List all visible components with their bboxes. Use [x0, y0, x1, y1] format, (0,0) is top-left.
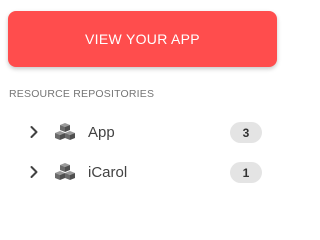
count-badge: 3 — [230, 122, 262, 143]
count-badge: 1 — [230, 162, 262, 183]
view-your-app-button[interactable]: VIEW YOUR APP — [8, 11, 277, 67]
repository-list: App 3 iCarol 1 — [0, 113, 289, 193]
repository-item-icarol[interactable]: iCarol 1 — [0, 153, 289, 193]
chevron-right-icon[interactable] — [27, 165, 41, 179]
repository-label: App — [88, 124, 115, 141]
repository-item-app[interactable]: App 3 — [0, 113, 289, 153]
boxes-icon — [55, 123, 75, 140]
boxes-icon — [55, 163, 75, 180]
repository-label: iCarol — [88, 164, 128, 181]
section-label-resource-repositories: RESOURCE REPOSITORIES — [9, 88, 155, 100]
chevron-right-icon[interactable] — [27, 125, 41, 139]
